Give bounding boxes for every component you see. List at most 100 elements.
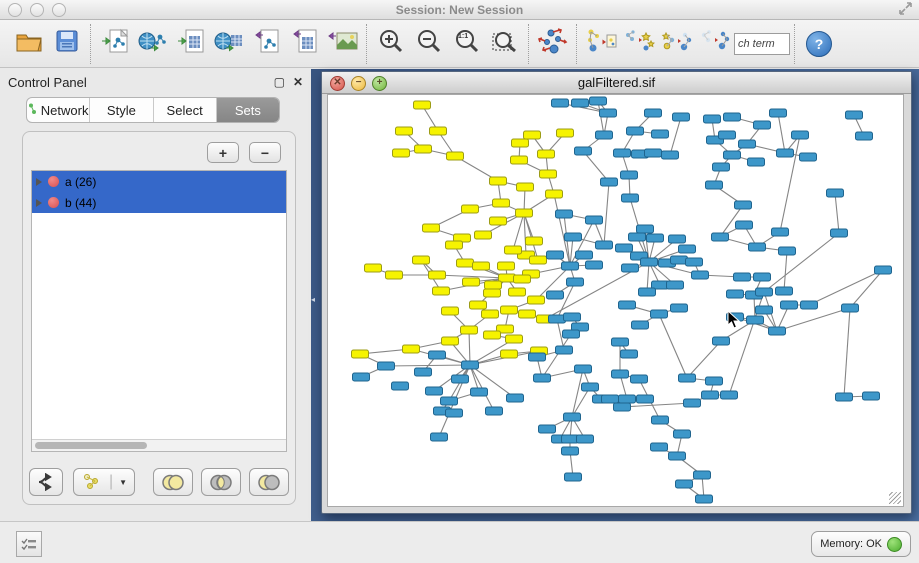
difference-sets-button[interactable]: [249, 468, 289, 496]
app-title: Session: New Session: [0, 3, 919, 17]
split-arrows-icon: [36, 473, 56, 491]
zoom-in-button[interactable]: [372, 25, 410, 63]
list-item-set-a[interactable]: a (26): [32, 171, 286, 192]
app-title-bar: Session: New Session: [0, 0, 919, 20]
fullscreen-icon[interactable]: [899, 2, 913, 16]
close-panel-icon[interactable]: ✕: [293, 75, 303, 89]
deselect-tool-button[interactable]: [696, 25, 734, 63]
import-table-file-button[interactable]: [172, 25, 210, 63]
toolbar-separator: [366, 24, 368, 64]
help-icon: ?: [806, 31, 832, 57]
zoom-out-button[interactable]: [410, 25, 448, 63]
union-sets-button[interactable]: [153, 468, 193, 496]
import-table-globe-icon: [214, 28, 244, 59]
maximize-view-icon[interactable]: +: [372, 76, 387, 91]
network-desktop: ◂ ✕ − + galFiltered.sif: [311, 69, 919, 521]
toolbar-separator: [528, 24, 530, 64]
minimize-view-icon[interactable]: −: [351, 76, 366, 91]
toolbar-separator: [90, 24, 92, 64]
remove-set-button[interactable]: −: [249, 142, 281, 163]
export-network-icon: [253, 28, 281, 59]
close-view-icon[interactable]: ✕: [330, 76, 345, 91]
apply-layout-icon: [538, 27, 568, 60]
set-label: a (26): [65, 175, 96, 189]
network-canvas[interactable]: [327, 94, 904, 507]
task-list-icon: [21, 537, 37, 551]
import-table-url-button[interactable]: [210, 25, 248, 63]
network-window-title: galFiltered.sif: [322, 75, 911, 90]
intersect-sets-button[interactable]: [201, 468, 241, 496]
control-panel: Control Panel ▢ ✕ Network Style Select S…: [0, 69, 311, 521]
network-glyph-icon: [81, 473, 103, 491]
export-image-icon: [328, 28, 358, 59]
import-network-url-button[interactable]: [134, 25, 172, 63]
sets-list: a (26) b (44): [31, 170, 287, 452]
network-graph[interactable]: [328, 95, 903, 506]
memory-status-label: Memory: OK: [820, 538, 882, 550]
horizontal-scrollbar[interactable]: [32, 439, 286, 451]
export-image-button[interactable]: [324, 25, 362, 63]
scrollbar-thumb[interactable]: [35, 442, 147, 449]
set-color-dot-icon: [48, 176, 59, 187]
import-network-globe-icon: [138, 28, 168, 59]
export-table-button[interactable]: [286, 25, 324, 63]
tab-select[interactable]: Select: [154, 98, 217, 122]
main-toolbar: 1:1 ?: [0, 20, 919, 68]
close-window-button[interactable]: [8, 3, 22, 17]
open-session-button[interactable]: [10, 25, 48, 63]
deselect-tool-icon: [699, 27, 731, 60]
resize-grip-icon[interactable]: [889, 492, 901, 504]
import-network-file-icon: [101, 28, 129, 59]
first-neighbors-tool-icon: [661, 27, 693, 60]
save-session-button[interactable]: [48, 25, 86, 63]
add-set-button[interactable]: +: [207, 142, 239, 163]
set-label: b (44): [65, 196, 96, 210]
expand-arrow-icon[interactable]: [36, 199, 42, 207]
panel-tabs: Network Style Select Sets: [26, 97, 280, 123]
float-panel-icon[interactable]: ▢: [274, 75, 285, 89]
folder-icon: [15, 29, 43, 58]
set-color-dot-icon: [48, 197, 59, 208]
help-button[interactable]: ?: [800, 25, 838, 63]
zoom-actual-button[interactable]: 1:1: [448, 25, 486, 63]
network-view-window[interactable]: ✕ − + galFiltered.sif: [321, 71, 912, 514]
collapse-divider-icon[interactable]: ◂: [311, 295, 317, 305]
tab-style[interactable]: Style: [90, 98, 153, 122]
network-window-titlebar[interactable]: ✕ − + galFiltered.sif: [322, 72, 911, 94]
apply-layout-button[interactable]: [534, 25, 572, 63]
zoom-selected-icon: [491, 28, 519, 59]
create-set-from-network-button[interactable]: | ▼: [73, 468, 135, 496]
task-history-button[interactable]: [16, 531, 42, 557]
status-bar: Memory: OK: [0, 521, 919, 563]
network-from-selection-button[interactable]: [582, 25, 620, 63]
search-input[interactable]: [734, 33, 790, 55]
network-from-selection-icon: [585, 27, 617, 60]
window-controls[interactable]: [8, 3, 66, 17]
split-set-button[interactable]: [29, 468, 63, 496]
import-network-file-button[interactable]: [96, 25, 134, 63]
minimize-window-button[interactable]: [30, 3, 44, 17]
zoom-actual-icon: 1:1: [454, 28, 480, 59]
select-nodes-tool-icon: [623, 27, 655, 60]
difference-venn-icon: [256, 474, 282, 491]
tab-sets[interactable]: Sets: [217, 98, 279, 122]
zoom-out-icon: [416, 28, 442, 59]
zoom-in-icon: [378, 28, 404, 59]
zoom-window-button[interactable]: [52, 3, 66, 17]
zoom-selected-button[interactable]: [486, 25, 524, 63]
export-table-icon: [291, 28, 319, 59]
toolbar-separator: [576, 24, 578, 64]
memory-ok-dot-icon: [887, 537, 902, 552]
expand-arrow-icon[interactable]: [36, 178, 42, 186]
import-table-file-icon: [177, 28, 205, 59]
sets-panel: + − a (26) b (44) | ▼: [22, 131, 296, 505]
export-network-button[interactable]: [248, 25, 286, 63]
tab-network[interactable]: Network: [27, 98, 90, 122]
toolbar-separator: [794, 24, 796, 64]
first-neighbors-tool-button[interactable]: [658, 25, 696, 63]
select-nodes-tool-button[interactable]: [620, 25, 658, 63]
memory-status-button[interactable]: Memory: OK: [811, 531, 911, 557]
intersection-venn-icon: [208, 474, 234, 491]
list-item-set-b[interactable]: b (44): [32, 192, 286, 213]
network-tab-icon: [28, 103, 37, 118]
